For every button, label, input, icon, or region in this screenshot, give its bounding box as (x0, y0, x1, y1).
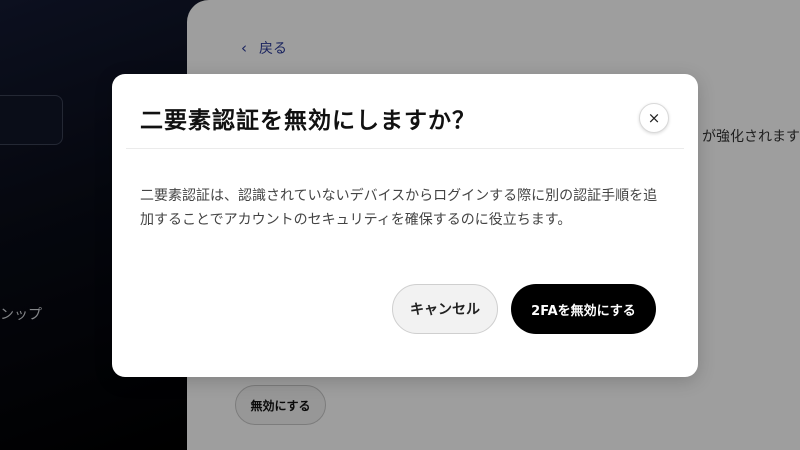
close-button[interactable]: × (639, 103, 669, 133)
dialog-body-text: 二要素認証は、認識されていないデバイスからログインする際に別の認証手順を追加する… (140, 188, 658, 228)
close-icon: × (647, 109, 661, 127)
dialog-title: 二要素認証を無効にしますか？ (140, 108, 476, 134)
confirm-dialog: 二要素認証を無効にしますか？ × 二要素認証は、認識されていないデバイスからログ… (112, 74, 698, 377)
confirm-disable-2fa-button[interactable]: 2FAを無効にする (511, 284, 656, 334)
app-root: ンップ ‹ 戻る が強化されます 無効にする 二要素認証を無効にしますか？ × … (0, 0, 800, 450)
cancel-button[interactable]: キャンセル (392, 284, 498, 334)
dialog-divider (126, 148, 684, 149)
